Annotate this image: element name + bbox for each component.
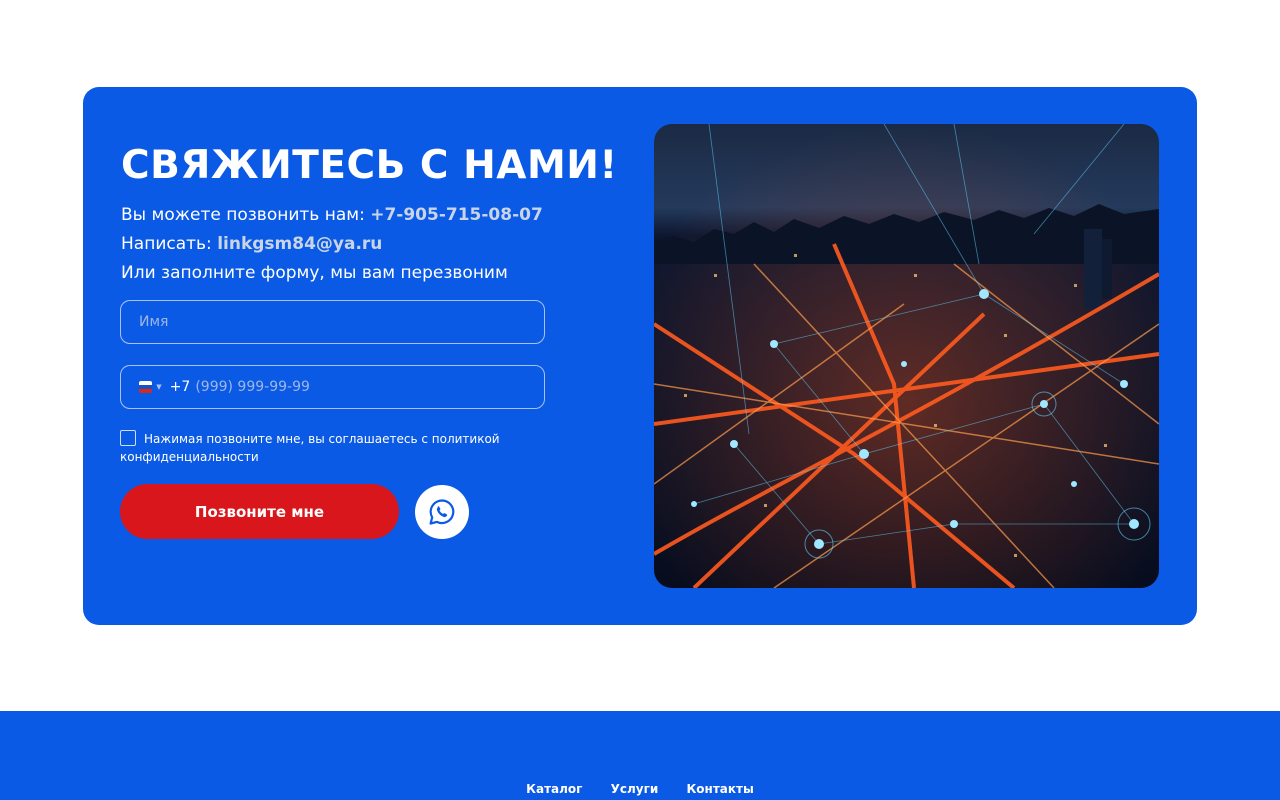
- form-hint: Или заполните форму, мы вам перезвоним: [121, 263, 508, 283]
- chevron-down-icon[interactable]: ▼: [156, 383, 161, 391]
- russia-flag-icon[interactable]: [139, 381, 153, 393]
- name-field-box: [120, 300, 545, 344]
- call-line: Вы можете позвонить нам: +7-905-715-08-0…: [121, 205, 543, 225]
- call-prefix: Вы можете позвонить нам:: [121, 205, 371, 225]
- email-prefix: Написать:: [121, 234, 218, 254]
- phone-field-box: ▼ +7: [120, 365, 545, 409]
- footer: Каталог Услуги Контакты: [0, 711, 1280, 800]
- contact-card: СВЯЖИТЕСЬ С НАМИ! Вы можете позвонить на…: [83, 87, 1197, 625]
- call-me-button[interactable]: Позвоните мне: [120, 484, 399, 539]
- whatsapp-icon: [429, 499, 455, 525]
- city-network-photo: [654, 124, 1159, 588]
- footer-link-services[interactable]: Услуги: [611, 782, 659, 796]
- footer-nav: Каталог Услуги Контакты: [0, 782, 1280, 796]
- phone-input[interactable]: [190, 379, 544, 395]
- consent-row: Нажимая позвоните мне, вы соглашаетесь с…: [120, 430, 540, 466]
- email-link[interactable]: linkgsm84@ya.ru: [217, 234, 382, 254]
- name-input[interactable]: [121, 314, 544, 330]
- page-title: СВЯЖИТЕСЬ С НАМИ!: [121, 143, 618, 188]
- footer-link-catalog[interactable]: Каталог: [526, 782, 582, 796]
- whatsapp-button[interactable]: [415, 485, 469, 539]
- consent-text: Нажимая позвоните мне, вы соглашаетесь с…: [120, 432, 500, 464]
- phone-country-code: +7: [169, 379, 191, 395]
- consent-checkbox[interactable]: [120, 430, 136, 446]
- footer-link-contacts[interactable]: Контакты: [686, 782, 753, 796]
- email-line: Написать: linkgsm84@ya.ru: [121, 234, 382, 254]
- phone-link[interactable]: +7-905-715-08-07: [370, 205, 543, 225]
